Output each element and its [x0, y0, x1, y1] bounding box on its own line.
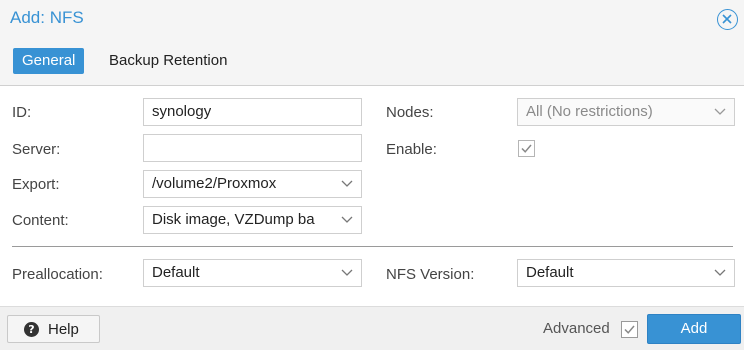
export-label: Export: — [12, 176, 60, 193]
chevron-down-icon — [341, 180, 353, 187]
add-button[interactable]: Add — [647, 314, 741, 344]
close-icon[interactable] — [717, 9, 738, 30]
export-select[interactable]: /volume2/Proxmox — [143, 170, 362, 198]
dialog-titlebar: Add: NFS — [0, 0, 744, 38]
advanced-checkbox[interactable] — [621, 321, 638, 338]
form-panel: ID: synology Server: Export: /volume2/Pr… — [0, 86, 744, 306]
chevron-down-icon — [714, 108, 726, 115]
id-value: synology — [152, 103, 212, 120]
question-circle-icon: ? — [24, 322, 39, 337]
id-label: ID: — [12, 104, 32, 121]
enable-checkbox[interactable] — [518, 140, 535, 157]
dialog-title: Add: NFS — [10, 8, 84, 27]
tab-bar: General Backup Retention — [0, 38, 744, 86]
enable-label: Enable: — [386, 141, 437, 158]
dialog-footer: ? Help Advanced Add — [0, 306, 744, 350]
id-field[interactable]: synology — [143, 98, 362, 126]
content-value: Disk image, VZDump ba — [152, 211, 315, 228]
advanced-divider — [12, 246, 733, 247]
help-button[interactable]: ? Help — [7, 315, 100, 343]
chevron-down-icon — [714, 269, 726, 276]
server-field[interactable] — [143, 134, 362, 162]
nodes-value: All (No restrictions) — [526, 103, 653, 120]
tab-general[interactable]: General — [13, 48, 85, 74]
content-label: Content: — [12, 212, 69, 229]
chevron-down-icon — [341, 269, 353, 276]
content-select[interactable]: Disk image, VZDump ba — [143, 206, 362, 234]
checkmark-icon — [624, 325, 635, 334]
tab-backup-retention[interactable]: Backup Retention — [100, 48, 236, 74]
help-label: Help — [48, 321, 79, 338]
export-value: /volume2/Proxmox — [152, 175, 277, 192]
nodes-select[interactable]: All (No restrictions) — [517, 98, 735, 126]
preallocation-select[interactable]: Default — [143, 259, 362, 287]
server-label: Server: — [12, 141, 61, 158]
nfs-version-select[interactable]: Default — [517, 259, 735, 287]
chevron-down-icon — [341, 216, 353, 223]
preallocation-label: Preallocation: — [12, 266, 103, 283]
add-nfs-dialog: Add: NFS General Backup Retention ID: sy… — [0, 0, 744, 350]
nodes-label: Nodes: — [386, 104, 434, 121]
preallocation-value: Default — [152, 264, 200, 281]
advanced-label: Advanced — [543, 320, 610, 337]
nfs-version-value: Default — [526, 264, 574, 281]
checkmark-icon — [521, 144, 532, 153]
nfs-version-label: NFS Version: — [386, 266, 475, 283]
